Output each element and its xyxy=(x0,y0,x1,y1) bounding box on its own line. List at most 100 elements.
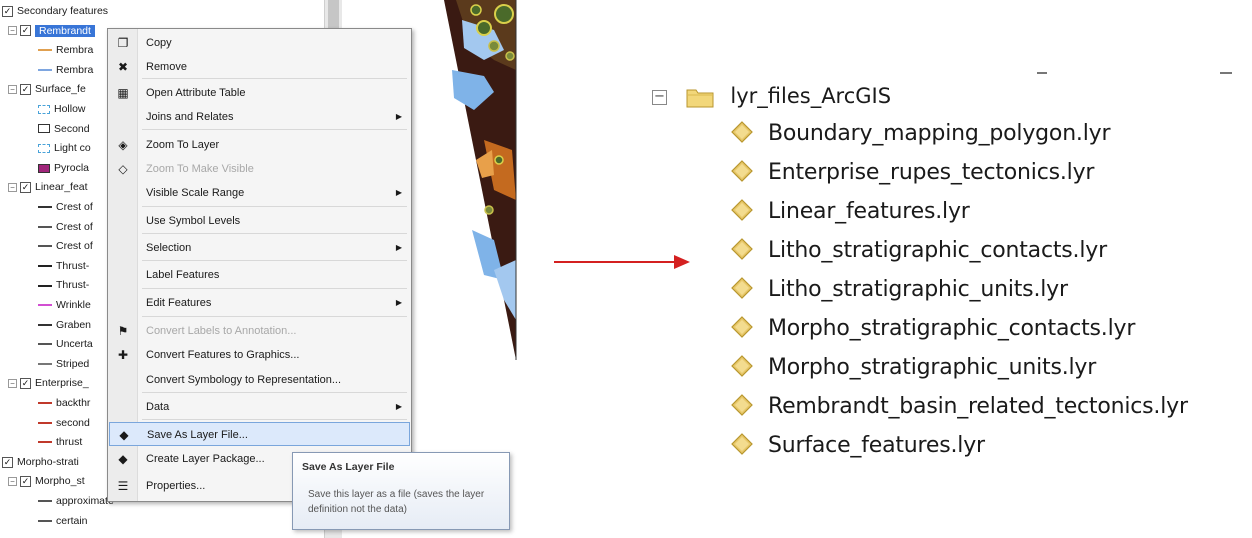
toc-row[interactable]: Graben xyxy=(38,316,91,334)
toc-label: Crest of xyxy=(56,201,93,213)
toc-row[interactable]: Pyrocla xyxy=(38,159,89,177)
toc-label: Pyrocla xyxy=(54,161,90,174)
visibility-checkbox[interactable]: ✓ xyxy=(20,25,31,37)
line-symbol-icon xyxy=(38,261,52,271)
menu-item-label: Copy xyxy=(146,37,172,49)
line-symbol-icon xyxy=(38,359,52,369)
file-name: Litho_stratigraphic_contacts.lyr xyxy=(768,238,1107,263)
layer-file-item[interactable]: Rembrandt_basin_related_tectonics.lyr xyxy=(730,389,1188,425)
menu-separator xyxy=(142,316,407,317)
toc-row[interactable]: Rembra xyxy=(38,41,93,59)
line-symbol-icon xyxy=(38,281,52,291)
expand-icon[interactable]: − xyxy=(8,85,17,95)
toc-row[interactable]: Hollow xyxy=(38,100,86,118)
convert-graphics-icon: ✚ xyxy=(117,348,129,362)
toc-row[interactable]: − ✓ Enterprise_ xyxy=(8,374,89,392)
toc-row[interactable]: Crest of xyxy=(38,218,93,236)
line-symbol-icon xyxy=(38,320,52,330)
toc-row[interactable]: Wrinkle xyxy=(38,296,91,314)
tooltip-description: Save this layer as a file (saves the lay… xyxy=(308,489,485,515)
divider xyxy=(1220,72,1232,74)
menu-item-joins-and-relates[interactable]: Joins and Relates ▶ xyxy=(109,105,410,129)
menu-item-zoom-to-layer[interactable]: ◈ Zoom To Layer xyxy=(109,133,410,157)
line-symbol-icon xyxy=(38,202,52,212)
menu-item-selection[interactable]: Selection ▶ xyxy=(109,236,410,260)
line-symbol-icon xyxy=(38,222,52,232)
toc-row[interactable]: Thrust- xyxy=(38,257,89,275)
visibility-checkbox[interactable]: ✓ xyxy=(20,476,31,488)
toc-row[interactable]: certain xyxy=(38,512,88,530)
menu-item-save-as-layer-file[interactable]: ◆ Save As Layer File... xyxy=(109,422,410,446)
fill-symbol-icon xyxy=(38,163,50,173)
toc-row[interactable]: Light co xyxy=(38,139,91,157)
toc-row[interactable]: − ✓ Surface_fe xyxy=(8,80,86,98)
visibility-checkbox[interactable]: ✓ xyxy=(20,84,31,96)
toc-label: Rembrandt xyxy=(35,24,95,37)
file-name: Linear_features.lyr xyxy=(768,199,970,224)
toc-row[interactable]: backthr xyxy=(38,394,90,412)
toc-row[interactable]: ✓ Secondary features xyxy=(2,2,108,20)
menu-item-label: Remove xyxy=(146,61,187,73)
toc-row[interactable]: Uncerta xyxy=(38,335,93,353)
layer-file-item[interactable]: Morpho_stratigraphic_contacts.lyr xyxy=(730,311,1135,347)
menu-item-remove[interactable]: ✖ Remove xyxy=(109,55,410,79)
layer-file-item[interactable]: Linear_features.lyr xyxy=(730,194,970,230)
layer-file-item[interactable]: Litho_stratigraphic_contacts.lyr xyxy=(730,233,1107,269)
layer-file-item[interactable]: Morpho_stratigraphic_units.lyr xyxy=(730,350,1096,386)
file-name: Litho_stratigraphic_units.lyr xyxy=(768,277,1068,302)
layer-file-item[interactable]: Litho_stratigraphic_units.lyr xyxy=(730,272,1068,308)
submenu-arrow-icon: ▶ xyxy=(395,188,402,197)
toc-row[interactable]: ✓ Morpho-strati xyxy=(2,453,79,471)
layer-file-item[interactable]: Surface_features.lyr xyxy=(730,428,985,464)
toc-row[interactable]: thrust xyxy=(38,433,82,451)
file-name: Morpho_stratigraphic_units.lyr xyxy=(768,355,1097,380)
visibility-checkbox[interactable]: ✓ xyxy=(2,5,13,17)
expand-icon[interactable]: − xyxy=(8,183,17,193)
expand-icon[interactable]: − xyxy=(8,26,17,36)
folder-row[interactable]: − lyr_files_ArcGIS xyxy=(652,82,891,110)
lyr-file-icon xyxy=(730,276,754,300)
visibility-checkbox[interactable]: ✓ xyxy=(20,378,31,390)
menu-item-zoom-to-make-visible[interactable]: ◇ Zoom To Make Visible xyxy=(109,157,410,181)
menu-item-copy[interactable]: ❐ Copy xyxy=(109,31,410,55)
visibility-checkbox[interactable]: ✓ xyxy=(2,456,13,468)
lyr-file-icon xyxy=(730,432,754,456)
visibility-checkbox[interactable]: ✓ xyxy=(20,182,31,194)
layer-file-item[interactable]: Boundary_mapping_polygon.lyr xyxy=(730,116,1111,152)
menu-item-convert-labels-to-annotation[interactable]: ⚑ Convert Labels to Annotation... xyxy=(109,319,410,343)
lyr-file-icon xyxy=(730,120,754,144)
toc-row[interactable]: − ✓ Morpho_st xyxy=(8,472,85,490)
toc-row[interactable]: Crest of xyxy=(38,237,93,255)
lyr-file-icon xyxy=(730,198,754,222)
menu-item-label: Create Layer Package... xyxy=(146,453,265,465)
menu-separator xyxy=(142,233,407,234)
menu-item-edit-features[interactable]: Edit Features ▶ xyxy=(109,291,410,315)
toc-row[interactable]: Rembra xyxy=(38,61,93,79)
scrollbar-thumb[interactable] xyxy=(328,0,339,30)
zoom-layer-icon: ◈ xyxy=(118,138,128,152)
toc-row[interactable]: − ✓ Rembrandt xyxy=(8,22,95,40)
menu-item-label-features[interactable]: Label Features xyxy=(109,263,410,287)
expand-icon[interactable]: − xyxy=(8,477,17,487)
toc-row[interactable]: Crest of xyxy=(38,198,93,216)
line-symbol-icon xyxy=(38,300,52,310)
menu-item-open-attribute-table[interactable]: ▦ Open Attribute Table xyxy=(109,81,410,105)
toc-row[interactable]: second xyxy=(38,414,90,432)
toc-row[interactable]: approximate xyxy=(38,492,114,510)
menu-item-convert-features-to-graphics[interactable]: ✚ Convert Features to Graphics... xyxy=(109,343,410,367)
toc-label: Thrust- xyxy=(56,259,90,272)
collapse-icon[interactable]: − xyxy=(652,89,667,105)
menu-item-convert-symbology-to-representation[interactable]: Convert Symbology to Representation... xyxy=(109,368,410,392)
layer-file-item[interactable]: Enterprise_rupes_tectonics.lyr xyxy=(730,155,1094,191)
menu-item-data[interactable]: Data ▶ xyxy=(109,395,410,419)
toc-label: Morpho_st xyxy=(35,475,85,488)
expand-icon[interactable]: − xyxy=(8,379,17,389)
menu-item-use-symbol-levels[interactable]: Use Symbol Levels xyxy=(109,209,410,233)
menu-item-visible-scale-range[interactable]: Visible Scale Range ▶ xyxy=(109,181,410,205)
toc-row[interactable]: Thrust- xyxy=(38,276,89,294)
toc-row[interactable]: Second xyxy=(38,120,90,138)
toc-row[interactable]: Striped xyxy=(38,355,89,373)
menu-item-label: Selection xyxy=(146,242,192,254)
toc-label: second xyxy=(56,416,90,429)
toc-row[interactable]: − ✓ Linear_feat xyxy=(8,178,88,196)
